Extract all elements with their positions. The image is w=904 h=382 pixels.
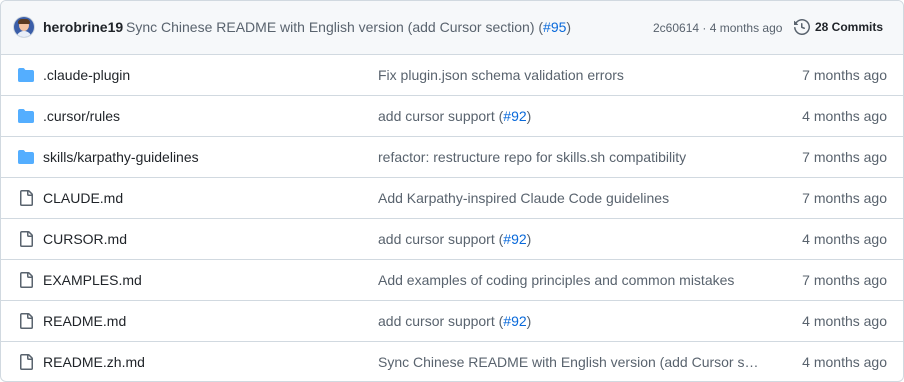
commit-pr-link[interactable]: #95 [543,19,566,35]
file-name-link[interactable]: .claude-plugin [43,67,130,83]
file-commit-message-text[interactable]: add cursor support ( [378,313,503,329]
file-commit-message-text[interactable]: add cursor support ( [378,231,503,247]
commit-author-link[interactable]: herobrine19 [43,19,123,35]
avatar-hair [18,19,30,24]
commits-history-button[interactable]: 28 Commits [794,17,883,37]
file-row[interactable]: CLAUDE.md Add Karpathy-inspired Claude C… [1,178,903,219]
file-icon [18,313,34,329]
file-commit-pr-link[interactable]: #92 [503,108,526,124]
file-row[interactable]: .cursor/rules add cursor support (#92) 4… [1,96,903,137]
file-icon [18,190,34,206]
author-avatar[interactable] [14,17,34,37]
file-commit-date: 4 months ago [802,231,887,247]
file-name-link[interactable]: CURSOR.md [43,231,127,247]
file-commit-date: 7 months ago [802,272,887,288]
file-commit-message-link[interactable]: add cursor support (#92) [378,231,531,247]
folder-icon [18,108,34,124]
commit-message-suffix: ) [566,19,572,35]
file-list: .claude-plugin Fix plugin.json schema va… [1,55,903,381]
file-commit-message-link[interactable]: add cursor support (#92) [378,313,531,329]
file-commit-message-text[interactable]: Add examples of coding principles and co… [378,272,734,288]
file-commit-date: 7 months ago [802,67,887,83]
file-commit-message-link[interactable]: Add examples of coding principles and co… [378,272,734,288]
file-row[interactable]: CURSOR.md add cursor support (#92) 4 mon… [1,219,903,260]
file-commit-message-link[interactable]: refactor: restructure repo for skills.sh… [378,149,686,165]
file-browser: herobrine19 Sync Chinese README with Eng… [0,0,904,382]
file-commit-pr-link[interactable]: #92 [503,313,526,329]
file-commit-message-link[interactable]: Fix plugin.json schema validation errors [378,67,624,83]
file-name-link[interactable]: skills/karpathy-guidelines [43,149,199,165]
file-commit-date: 4 months ago [802,108,887,124]
file-commit-pr-link[interactable]: #92 [503,231,526,247]
file-commit-message-link[interactable]: Add Karpathy-inspired Claude Code guidel… [378,190,669,206]
file-commit-message-text[interactable]: refactor: restructure repo for skills.sh… [378,149,686,165]
file-commit-message-text[interactable]: Fix plugin.json schema validation errors [378,67,624,83]
file-commit-message-link[interactable]: Sync Chinese README with English version… [378,354,766,370]
file-row[interactable]: .claude-plugin Fix plugin.json schema va… [1,55,903,96]
folder-icon [18,149,34,165]
file-icon [18,354,34,370]
file-commit-message-text[interactable]: Sync Chinese README with English version… [378,354,766,370]
history-icon [794,19,810,35]
file-commit-message-text[interactable]: add cursor support ( [378,108,503,124]
commit-meta: 2c60614 · 4 months ago [653,21,782,35]
commit-meta-separator: · [699,21,710,35]
file-commit-message-link[interactable]: add cursor support (#92) [378,108,531,124]
file-commit-message-suffix: ) [526,231,532,247]
commit-hash-link[interactable]: 2c60614 [653,21,699,35]
file-icon [18,272,34,288]
file-row[interactable]: README.zh.md Sync Chinese README with En… [1,342,903,381]
commit-message-text[interactable]: Sync Chinese README with English version… [126,19,543,35]
folder-icon [18,67,34,83]
file-row[interactable]: EXAMPLES.md Add examples of coding princ… [1,260,903,301]
commit-time: 4 months ago [709,21,783,35]
latest-commit-message[interactable]: Sync Chinese README with English version… [126,19,571,35]
avatar-shirt [16,31,32,37]
file-name-link[interactable]: EXAMPLES.md [43,272,142,288]
file-commit-date: 7 months ago [802,149,887,165]
commits-count-label[interactable]: 28 Commits [815,20,883,34]
file-row[interactable]: skills/karpathy-guidelines refactor: res… [1,137,903,178]
file-commit-date: 4 months ago [802,354,887,370]
file-name-link[interactable]: README.zh.md [43,354,145,370]
file-commit-message-suffix: ) [526,313,532,329]
file-name-link[interactable]: README.md [43,313,126,329]
file-commit-message-text[interactable]: Add Karpathy-inspired Claude Code guidel… [378,190,669,206]
file-commit-date: 4 months ago [802,313,887,329]
file-icon [18,231,34,247]
file-commit-message-suffix: ) [526,108,532,124]
latest-commit-bar: herobrine19 Sync Chinese README with Eng… [1,1,903,55]
file-commit-date: 7 months ago [802,190,887,206]
file-name-link[interactable]: .cursor/rules [43,108,120,124]
file-row[interactable]: README.md add cursor support (#92) 4 mon… [1,301,903,342]
file-name-link[interactable]: CLAUDE.md [43,190,123,206]
